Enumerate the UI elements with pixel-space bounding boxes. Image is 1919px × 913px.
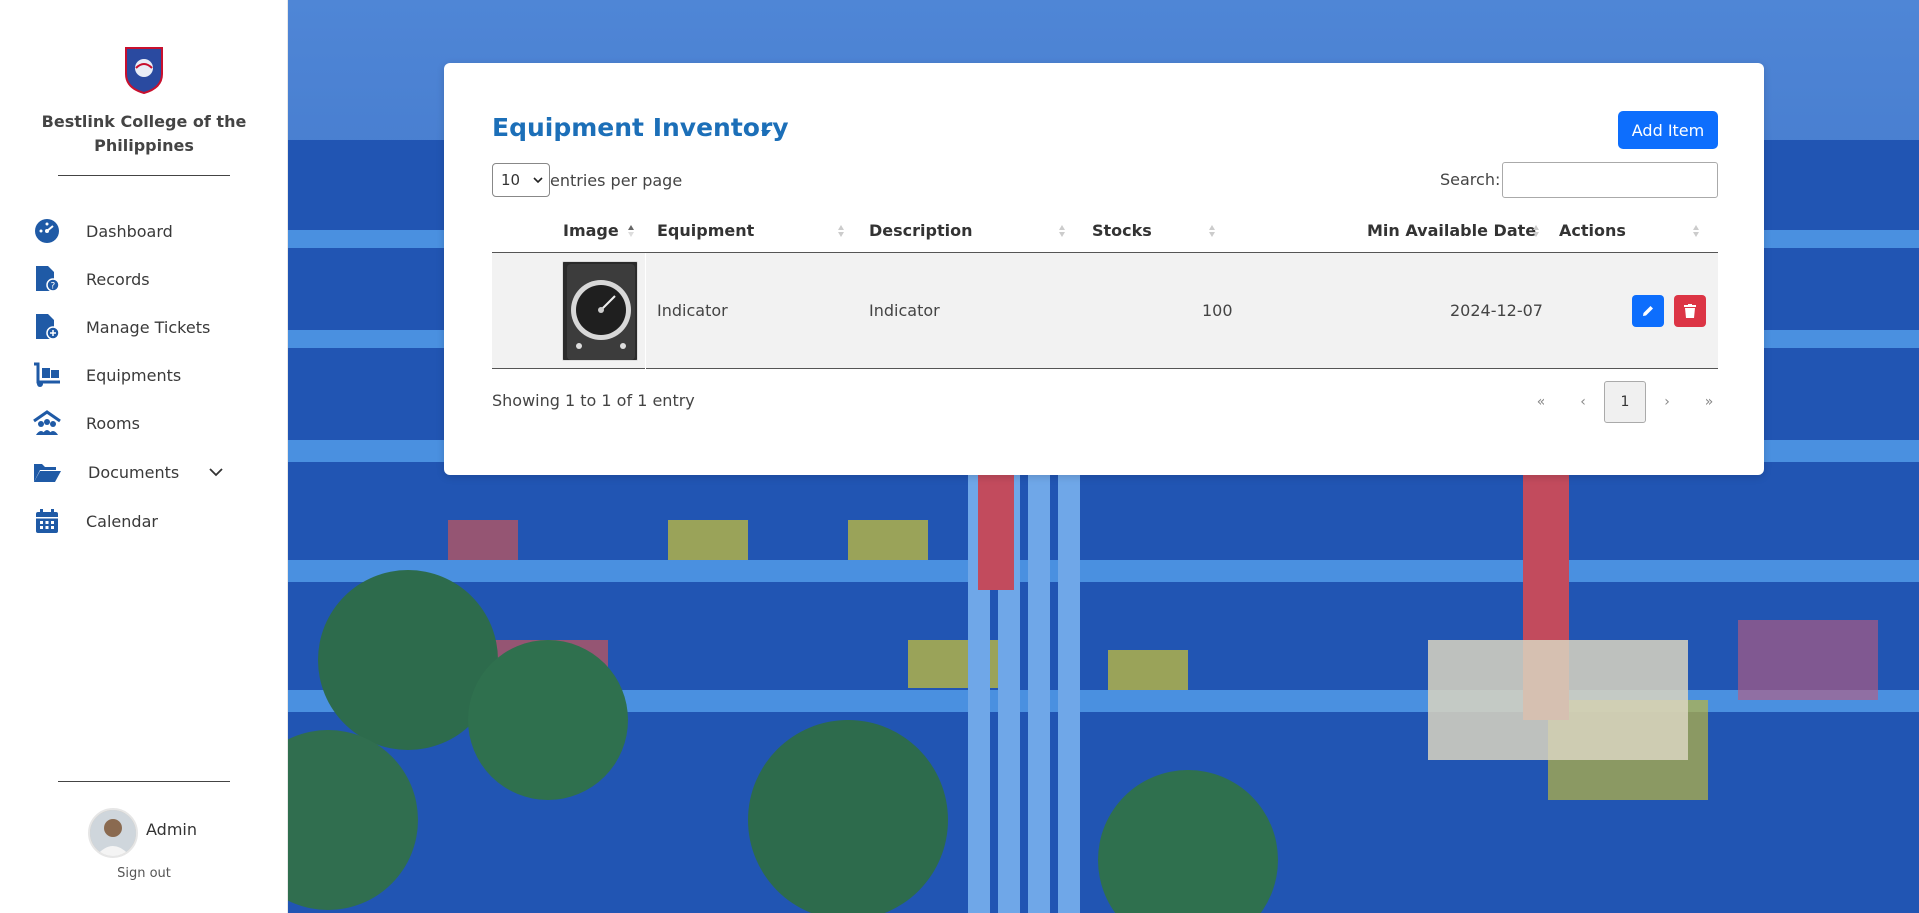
- page-prev[interactable]: ‹: [1562, 381, 1604, 423]
- sidebar-item-label: Records: [86, 269, 150, 289]
- sidebar-item-label: Calendar: [86, 511, 158, 531]
- pencil-icon: [1643, 306, 1653, 316]
- dolly-icon: [32, 360, 62, 390]
- folder-open-icon: [32, 457, 62, 487]
- file-question-icon: ?: [32, 264, 62, 294]
- sort-asc-icon[interactable]: [627, 224, 635, 238]
- calendar-icon: [32, 506, 62, 536]
- trash-icon: [1684, 304, 1696, 318]
- people-roof-icon: [32, 408, 62, 438]
- sidebar-item-rooms[interactable]: Rooms: [32, 407, 272, 439]
- entries-value: 10: [501, 171, 521, 189]
- signout-link[interactable]: Sign out: [0, 866, 288, 881]
- sidebar-item-records[interactable]: ? Records: [32, 263, 272, 295]
- table-row: Indicator Indicator 100 2024-12-07: [492, 253, 1718, 369]
- sidebar-item-label: Rooms: [86, 413, 140, 433]
- entries-label: entries per page: [550, 171, 683, 190]
- page-first[interactable]: «: [1520, 381, 1562, 423]
- page-title[interactable]: Equipment Inventory: [492, 113, 789, 142]
- sidebar-item-label: Manage Tickets: [86, 317, 211, 337]
- table-header: Image Equipment Description Stocks Min A…: [492, 209, 1718, 253]
- inventory-card: Equipment Inventory Add Item 10 entries …: [444, 63, 1764, 475]
- page-last[interactable]: »: [1688, 381, 1730, 423]
- sort-icon[interactable]: [837, 224, 845, 238]
- equipment-name: Indicator: [657, 301, 728, 320]
- column-header-min-available-date[interactable]: Min Available Date: [1367, 221, 1536, 240]
- file-plus-icon: [32, 312, 62, 342]
- equipment-description: Indicator: [869, 301, 940, 320]
- sort-icon[interactable]: [1058, 224, 1066, 238]
- sort-icon[interactable]: [1692, 224, 1700, 238]
- avatar[interactable]: [88, 808, 138, 858]
- sort-icon[interactable]: [1208, 224, 1216, 238]
- sidebar-divider-bottom: [58, 781, 230, 782]
- search-label: Search:: [1440, 170, 1501, 189]
- sort-icon[interactable]: [1532, 224, 1540, 238]
- equipment-table: Image Equipment Description Stocks Min A…: [492, 209, 1718, 369]
- sidebar: Bestlink College of the Philippines Dash…: [0, 0, 288, 913]
- sidebar-item-label: Dashboard: [86, 221, 173, 241]
- sidebar-item-calendar[interactable]: Calendar: [32, 505, 272, 537]
- search-input[interactable]: [1502, 162, 1718, 198]
- college-logo: [125, 47, 163, 94]
- column-header-actions[interactable]: Actions: [1559, 221, 1626, 240]
- entries-per-page-select[interactable]: 10: [492, 163, 550, 197]
- column-header-equipment[interactable]: Equipment: [657, 221, 754, 240]
- pagination: « ‹ 1 › »: [1520, 381, 1730, 423]
- equipment-thumbnail: [562, 261, 638, 361]
- edit-button[interactable]: [1632, 295, 1664, 327]
- svg-text:?: ?: [51, 282, 56, 292]
- sidebar-divider-top: [58, 175, 230, 176]
- college-name: Bestlink College of the Philippines: [41, 112, 247, 155]
- column-header-stocks[interactable]: Stocks: [1092, 221, 1152, 240]
- equipment-min-date: 2024-12-07: [1450, 301, 1543, 320]
- caret-down-icon[interactable]: [760, 129, 772, 137]
- page-number[interactable]: 1: [1604, 381, 1646, 423]
- add-item-button[interactable]: Add Item: [1618, 111, 1718, 149]
- sidebar-item-manage-tickets[interactable]: Manage Tickets: [32, 311, 272, 343]
- dashboard-icon: [32, 216, 62, 246]
- page-next[interactable]: ›: [1646, 381, 1688, 423]
- delete-button[interactable]: [1674, 295, 1706, 327]
- equipment-stocks: 100: [1202, 301, 1233, 320]
- sidebar-item-documents[interactable]: Documents: [32, 456, 272, 488]
- sidebar-item-equipments[interactable]: Equipments: [32, 359, 272, 391]
- chevron-down-icon: [533, 177, 543, 184]
- table-info: Showing 1 to 1 of 1 entry: [492, 391, 695, 410]
- user-name: Admin: [146, 820, 197, 839]
- sidebar-item-label: Documents: [88, 462, 180, 482]
- column-header-description[interactable]: Description: [869, 221, 972, 240]
- sidebar-item-dashboard[interactable]: Dashboard: [32, 215, 272, 247]
- column-header-image[interactable]: Image: [563, 221, 619, 240]
- chevron-down-icon[interactable]: [208, 464, 224, 480]
- sidebar-item-label: Equipments: [86, 365, 182, 385]
